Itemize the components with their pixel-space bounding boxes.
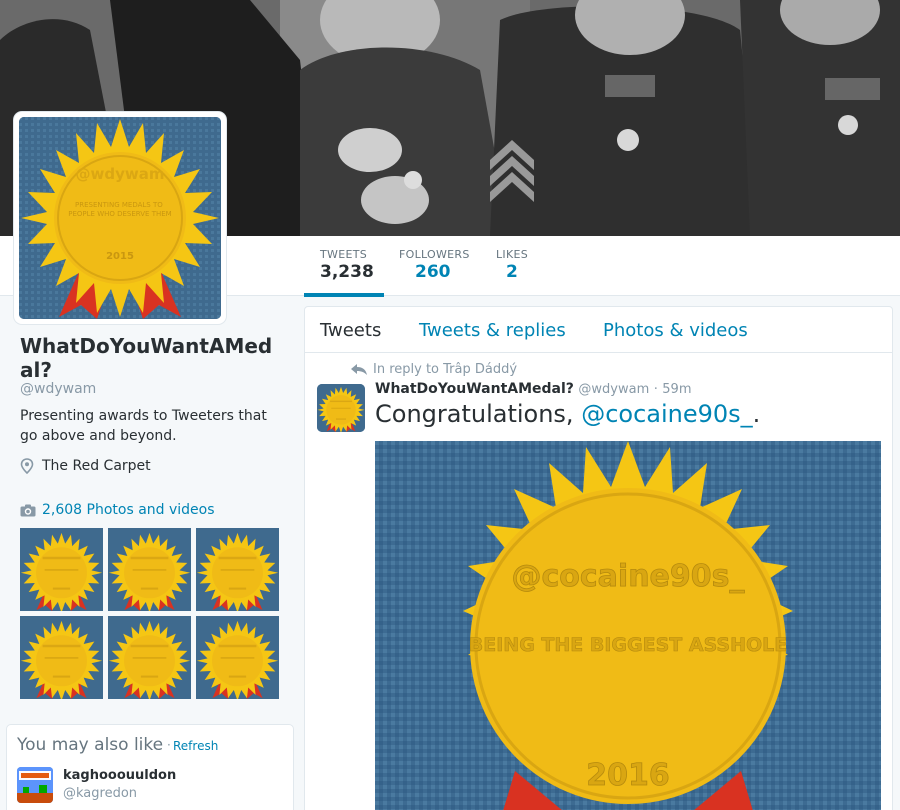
profile-handle[interactable]: @wdywam — [20, 381, 96, 397]
tweet-header: WhatDoYouWantAMedal? @wdywam · 59m — [375, 381, 692, 397]
tweet-text-suffix: . — [752, 400, 761, 428]
photo-thumbnail[interactable] — [196, 616, 279, 699]
profile-name-line1: WhatDoYouWantAMed — [20, 334, 273, 358]
profile-bio: Presenting awards to Tweeters that go ab… — [20, 408, 267, 444]
tab-tweets-replies[interactable]: Tweets & replies — [419, 320, 566, 341]
photo-thumbnail[interactable] — [196, 528, 279, 611]
suggested-user-name[interactable]: kaghooouuldon — [63, 768, 176, 783]
you-may-also-like-module: You may also like · Refresh kaghooouuldo… — [6, 724, 294, 810]
tweet-text-prefix: Congratulations, — [375, 400, 582, 428]
photo-thumbnail[interactable] — [20, 528, 103, 611]
tweet-author-avatar[interactable] — [317, 384, 365, 432]
photos-videos-label: 2,608 Photos and videos — [42, 502, 215, 518]
profile-name-line2: al? — [20, 358, 52, 382]
tab-photos-videos[interactable]: Photos & videos — [603, 320, 748, 341]
photo-thumbnail[interactable] — [20, 616, 103, 699]
suggested-user-handle: @kagredon — [63, 786, 138, 801]
avatar-medal-image: @wdywam PRESENTING MEDALS TO PEOPLE WHO … — [19, 117, 221, 319]
media-medal-year: 2016 — [586, 758, 670, 793]
tweets-stat-label: TWEETS — [320, 248, 367, 261]
tweet-timestamp[interactable]: 59m — [662, 382, 691, 397]
tweet-author-name[interactable]: WhatDoYouWantAMedal? — [375, 381, 574, 397]
active-stat-underline — [304, 293, 384, 297]
photos-videos-link[interactable]: 2,608 Photos and videos — [20, 502, 215, 518]
tweets-stat[interactable]: TWEETS 3,238 — [320, 248, 374, 282]
profile-location-text: The Red Carpet — [42, 458, 151, 474]
media-medal-handle: @cocaine90s_ — [511, 559, 744, 594]
tweets-stat-value: 3,238 — [320, 262, 374, 282]
likes-stat-value: 2 — [506, 262, 518, 282]
tab-tweets[interactable]: Tweets — [320, 320, 381, 341]
followers-stat[interactable]: FOLLOWERS 260 — [399, 248, 470, 282]
timeline: Tweets Tweets & replies Photos & videos … — [304, 306, 893, 810]
avatar-medal-handle: @wdywam — [76, 165, 165, 183]
tweet-media-image[interactable]: @cocaine90s_ BEING THE BIGGEST ASSHOLE 2… — [375, 441, 881, 810]
tweet-text: Congratulations, @cocaine90s_. — [375, 400, 760, 428]
photo-thumbnail[interactable] — [108, 528, 191, 611]
avatar-medal-caption: PRESENTING MEDALS TO PEOPLE WHO DESERVE … — [68, 201, 171, 218]
reply-context-text: In reply to Trâp Dáddý — [373, 362, 518, 377]
followers-stat-value: 260 — [415, 262, 451, 282]
profile-location: The Red Carpet — [20, 458, 151, 474]
tweet-dot: · — [653, 382, 658, 397]
photo-thumbnail-grid — [20, 528, 282, 699]
likes-stat[interactable]: LIKES 2 — [496, 248, 528, 282]
suggested-user[interactable]: kaghooouuldon @kagredon — [17, 767, 176, 803]
suggested-user-avatar[interactable] — [17, 767, 53, 803]
camera-icon — [20, 504, 36, 516]
photo-thumbnail[interactable] — [108, 616, 191, 699]
tweet-author-handle[interactable]: @wdywam — [578, 382, 649, 397]
refresh-link[interactable]: Refresh — [173, 739, 218, 753]
profile-name[interactable]: WhatDoYouWantAMed al? — [20, 334, 280, 382]
you-may-also-like-title: You may also like — [17, 735, 164, 755]
tweet-mention-link[interactable]: @cocaine90s_ — [581, 400, 752, 428]
separator-dot: · — [167, 738, 171, 752]
likes-stat-label: LIKES — [496, 248, 529, 261]
media-medal-caption: BEING THE BIGGEST ASSHOLE — [469, 634, 787, 656]
location-pin-icon — [20, 458, 34, 474]
reply-icon — [351, 364, 367, 375]
followers-stat-label: FOLLOWERS — [399, 248, 470, 261]
reply-context[interactable]: In reply to Trâp Dáddý — [351, 362, 517, 377]
avatar-medal-year: 2015 — [106, 251, 134, 262]
profile-avatar[interactable]: @wdywam PRESENTING MEDALS TO PEOPLE WHO … — [14, 112, 226, 324]
timeline-tabs: Tweets Tweets & replies Photos & videos — [305, 307, 892, 353]
